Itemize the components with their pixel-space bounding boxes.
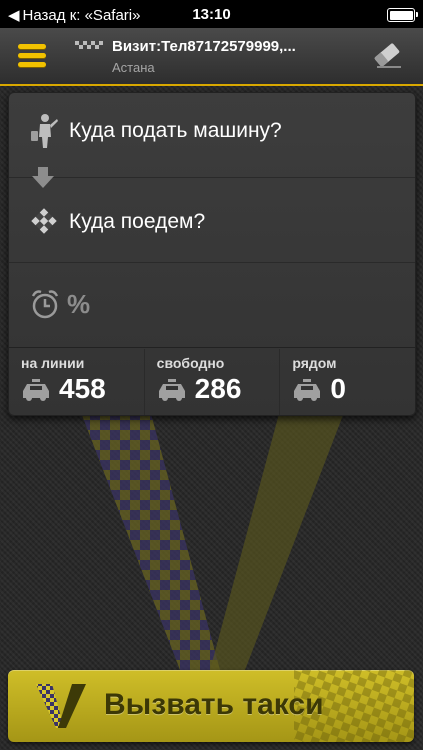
taxi-car-icon bbox=[294, 379, 321, 401]
status-bar: ◀ Назад к: «Safari» 13:10 bbox=[0, 0, 423, 28]
destination-field[interactable]: Куда поедем? bbox=[9, 178, 415, 263]
call-taxi-label: Вызвать такси bbox=[104, 688, 324, 721]
pickup-field[interactable]: Куда подать машину? bbox=[9, 93, 415, 188]
status-time: 13:10 bbox=[192, 6, 231, 23]
stat-online-label: на линии bbox=[21, 355, 85, 371]
stat-nearby-label: рядом bbox=[292, 355, 337, 371]
stat-free-label: свободно bbox=[156, 355, 225, 371]
taxi-checker-icon bbox=[75, 41, 103, 49]
order-panel: Куда подать машину? Куда поедем? % на ли… bbox=[8, 92, 416, 416]
call-taxi-button[interactable]: Вызвать такси bbox=[8, 670, 414, 742]
brand-v-logo-icon bbox=[36, 684, 86, 728]
time-field[interactable]: % bbox=[9, 263, 415, 348]
stats-bar: на линии 458 свободно 286 рядом 0 bbox=[9, 349, 415, 415]
pickup-placeholder: Куда подать машину? bbox=[69, 119, 282, 142]
menu-button[interactable] bbox=[18, 44, 46, 68]
person-luggage-icon bbox=[31, 114, 58, 148]
stat-nearby-value: 0 bbox=[330, 373, 346, 404]
stat-free: свободно 286 bbox=[145, 349, 281, 415]
time-value: % bbox=[67, 289, 91, 319]
header-title[interactable]: Визит:Тел87172579999,... bbox=[112, 38, 296, 55]
stat-online: на линии 458 bbox=[9, 349, 145, 415]
menu-bar-icon bbox=[18, 53, 46, 58]
app-header: Визит:Тел87172579999,... Астана bbox=[0, 28, 423, 86]
battery-icon bbox=[387, 8, 418, 22]
menu-bar-icon bbox=[18, 62, 46, 67]
destination-placeholder: Куда поедем? bbox=[69, 210, 206, 233]
menu-bar-icon bbox=[18, 44, 46, 49]
stat-free-value: 286 bbox=[194, 373, 242, 404]
header-city: Астана bbox=[112, 60, 155, 75]
taxi-car-icon bbox=[23, 379, 49, 401]
stat-online-value: 458 bbox=[59, 373, 106, 404]
checkered-flag-icon bbox=[31, 208, 57, 234]
background-logo bbox=[80, 410, 345, 670]
taxi-car-icon bbox=[158, 379, 185, 401]
eraser-icon[interactable] bbox=[371, 40, 403, 70]
stat-nearby: рядом 0 bbox=[280, 349, 415, 415]
alarm-clock-icon bbox=[31, 290, 59, 319]
